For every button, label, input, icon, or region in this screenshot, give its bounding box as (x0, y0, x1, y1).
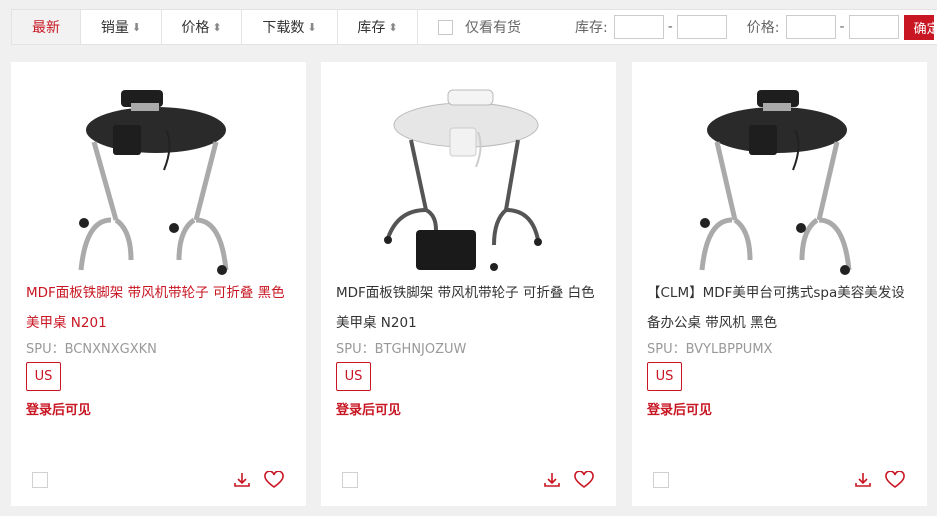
sort-down-icon: ⬇ (307, 20, 317, 34)
download-icon[interactable] (543, 471, 561, 489)
product-card[interactable]: MDF面板铁脚架 带风机带轮子 可折叠 白色 美甲桌 N201 SPU：BTGH… (321, 62, 616, 506)
sort-down-icon: ⬇ (131, 20, 142, 34)
stock-max-input[interactable] (676, 15, 727, 39)
sort-tab-newest[interactable]: 最新 (12, 10, 81, 44)
sort-updown-icon: ⬍ (212, 20, 222, 34)
price-min-input[interactable] (785, 15, 836, 39)
in-stock-label: 仅看有货 (465, 20, 521, 36)
sort-tab-label: 最新 (32, 20, 60, 36)
confirm-label: 确定 (913, 21, 934, 37)
range-dash: - (839, 19, 845, 35)
product-spu: SPU：BVYLBPPUMX (647, 342, 773, 357)
heart-icon[interactable] (574, 471, 594, 489)
sort-tab-price[interactable]: 价格 ⬍ (162, 10, 242, 44)
range-dash: - (667, 19, 673, 35)
region-badge: US (647, 362, 682, 391)
product-title[interactable]: 【CLM】MDF美甲台可携式spa美容美发设备办公桌 带风机 黑色 (647, 278, 912, 338)
confirm-button[interactable]: 确定 (903, 14, 934, 40)
in-stock-filter[interactable]: 仅看有货 (438, 17, 521, 37)
select-checkbox[interactable] (342, 472, 358, 488)
price-max-input[interactable] (848, 15, 899, 39)
product-image[interactable] (56, 70, 256, 275)
heart-icon[interactable] (264, 471, 284, 489)
login-to-view[interactable]: 登录后可见 (336, 399, 401, 418)
stock-min-input[interactable] (613, 15, 664, 39)
login-to-view[interactable]: 登录后可见 (26, 399, 91, 418)
select-checkbox[interactable] (653, 472, 669, 488)
stock-range: 库存: - (575, 15, 727, 39)
product-image[interactable] (366, 70, 566, 275)
filter-bar: 最新 销量 ⬇ 价格 ⬍ 下载数 ⬇ 库存 ⬍ 仅看有货 库存: - 价格: -… (11, 9, 937, 45)
sort-tab-label: 价格 (181, 20, 210, 36)
sort-tab-downloads[interactable]: 下载数 ⬇ (242, 10, 338, 44)
download-icon[interactable] (854, 471, 872, 489)
sort-updown-icon: ⬍ (388, 20, 398, 34)
product-title[interactable]: MDF面板铁脚架 带风机带轮子 可折叠 黑色 美甲桌 N201 (26, 278, 291, 338)
price-range-label: 价格: (746, 20, 780, 36)
download-icon[interactable] (233, 471, 251, 489)
login-to-view[interactable]: 登录后可见 (647, 399, 712, 418)
product-spu: SPU：BTGHNJOZUW (336, 342, 467, 357)
select-checkbox[interactable] (32, 472, 48, 488)
sort-tab-stock[interactable]: 库存 ⬍ (338, 10, 418, 44)
sort-tab-label: 下载数 (262, 20, 305, 36)
heart-icon[interactable] (885, 471, 905, 489)
region-badge: US (336, 362, 371, 391)
table-top (86, 107, 226, 153)
sort-tab-label: 库存 (357, 20, 386, 36)
region-badge: US (26, 362, 61, 391)
in-stock-checkbox[interactable] (438, 19, 453, 35)
stock-range-label: 库存: (575, 20, 608, 36)
sort-tab-sales[interactable]: 销量 ⬇ (81, 10, 162, 44)
product-spu: SPU：BCNXNXGXKN (26, 342, 157, 357)
product-card[interactable]: MDF面板铁脚架 带风机带轮子 可折叠 黑色 美甲桌 N201 SPU：BCNX… (11, 62, 306, 506)
product-image[interactable] (677, 70, 877, 275)
sort-tab-label: 销量 (100, 20, 129, 36)
product-title[interactable]: MDF面板铁脚架 带风机带轮子 可折叠 白色 美甲桌 N201 (336, 278, 601, 338)
product-card[interactable]: 【CLM】MDF美甲台可携式spa美容美发设备办公桌 带风机 黑色 SPU：BV… (632, 62, 927, 506)
price-range: 价格: - (747, 15, 899, 39)
